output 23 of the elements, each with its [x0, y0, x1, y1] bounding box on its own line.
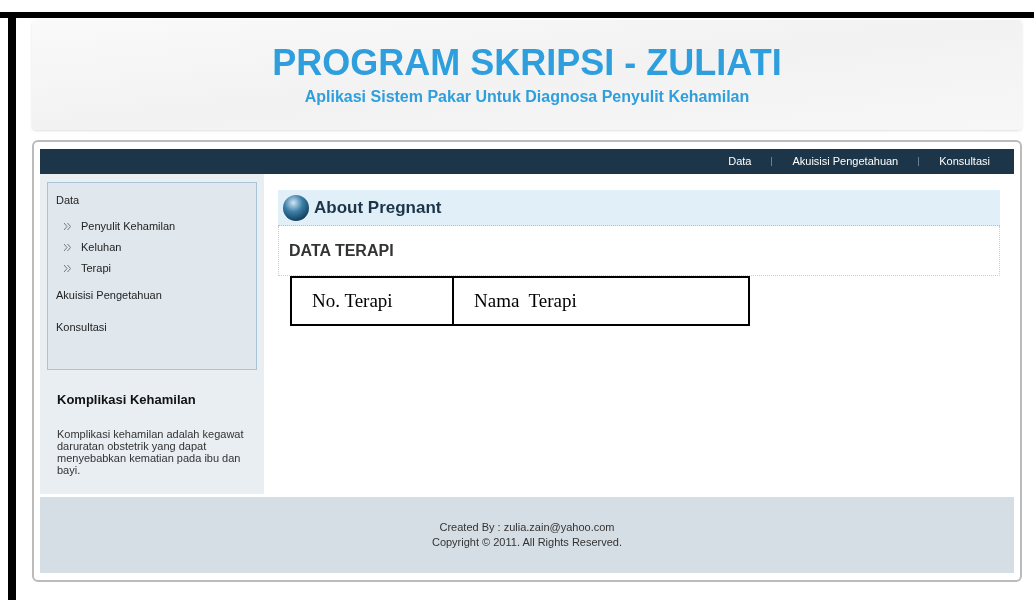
column-header: No. Terapi: [291, 277, 453, 325]
chevron-icon: [64, 264, 71, 272]
info-text: Komplikasi kehamilan adalah kegawat daruratan obstetrik yang dapat menyebabkan kematian pada ibu dan bayi.: [57, 427, 245, 476]
page-heading: DATA TERAPI: [289, 240, 394, 261]
site-subtitle: Aplikasi Sistem Pakar Untuk Diagnosa Penyulit Kehamilan: [304, 87, 750, 107]
site-title: PROGRAM SKRIPSI - ZULIATI: [272, 45, 782, 81]
menu-item[interactable]: Konsultasi: [56, 320, 256, 340]
nav-link[interactable]: Akuisisi Pengetahuan: [792, 153, 899, 170]
footer-text: Created By : zulia.zain@yahoo.com: [439, 520, 615, 535]
section-title: About Pregnant: [314, 196, 442, 219]
submenu-item[interactable]: Terapi: [81, 259, 111, 277]
nav-link[interactable]: Konsultasi: [939, 153, 990, 170]
chevron-icon: [64, 243, 71, 251]
column-header: Nama Terapi: [453, 277, 749, 325]
submenu-item[interactable]: Keluhan: [81, 238, 122, 256]
globe-icon: [282, 193, 310, 222]
info-title: Komplikasi Kehamilan: [57, 391, 197, 409]
chevron-icon: [64, 222, 71, 230]
nav-link[interactable]: Data: [728, 153, 752, 170]
footer-text: Copyright © 2011. All Rights Reserved.: [431, 535, 623, 550]
submenu-item[interactable]: Penyulit Kehamilan: [81, 217, 176, 235]
menu-item[interactable]: Data: [56, 193, 256, 213]
menu-item[interactable]: Akuisisi Pengetahuan: [56, 288, 256, 308]
